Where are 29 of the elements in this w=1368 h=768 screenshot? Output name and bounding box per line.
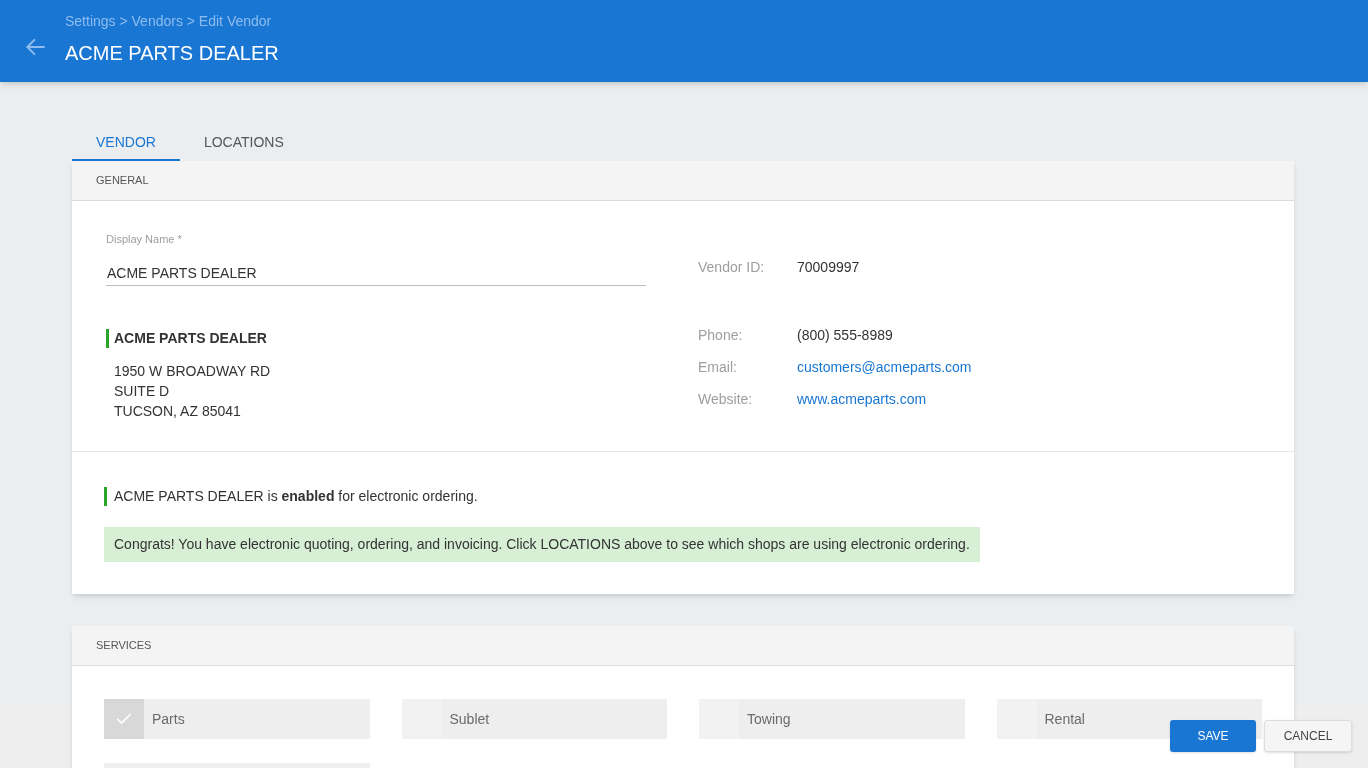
service-option[interactable]: Towing xyxy=(699,699,965,739)
address-line: TUCSON, AZ 85041 xyxy=(114,401,242,421)
service-option[interactable]: Sublet xyxy=(401,699,667,739)
service-option[interactable]: Parts xyxy=(104,699,370,739)
page-title: ACME PARTS DEALER xyxy=(65,41,279,66)
detail-link[interactable]: www.acmeparts.com xyxy=(797,389,927,410)
detail-label: Website: xyxy=(698,390,754,409)
vendor-name: ACME PARTS DEALER xyxy=(114,328,267,348)
tab[interactable]: LOCATIONS xyxy=(179,125,308,161)
field-label: Display Name * xyxy=(106,232,183,247)
detail-value: (800) 555-8989 xyxy=(797,326,893,345)
detail-value: 70009997 xyxy=(797,258,860,277)
display-name-field[interactable]: ACME PARTS DEALER xyxy=(106,261,646,286)
accent-bar xyxy=(104,487,107,506)
status-message: ACME PARTS DEALER is enabled for electronic ordering. xyxy=(114,487,478,506)
cancel-button[interactable]: CANCEL xyxy=(1264,720,1352,752)
detail-link[interactable]: customers@acmeparts.com xyxy=(797,357,972,378)
detail-label: Phone: xyxy=(698,326,744,345)
address-line: SUITE D xyxy=(114,381,171,401)
detail-label: Email: xyxy=(698,358,738,377)
detail-label: Vendor ID: xyxy=(698,258,766,277)
address-line: 1950 W BROADWAY RD xyxy=(114,361,272,381)
section-heading: SERVICES xyxy=(96,638,152,654)
save-button[interactable]: SAVE xyxy=(1170,720,1256,752)
accent-bar xyxy=(106,328,109,348)
section-heading: GENERAL xyxy=(96,173,149,189)
success-notice: Congrats! You have electronic quoting, ordering, and invoicing. Click LOCATIONS above to see which shops are using electronic ordering. xyxy=(104,527,980,562)
breadcrumb: Settings > Vendors > Edit Vendor xyxy=(65,12,273,31)
checkbox[interactable] xyxy=(104,699,144,739)
